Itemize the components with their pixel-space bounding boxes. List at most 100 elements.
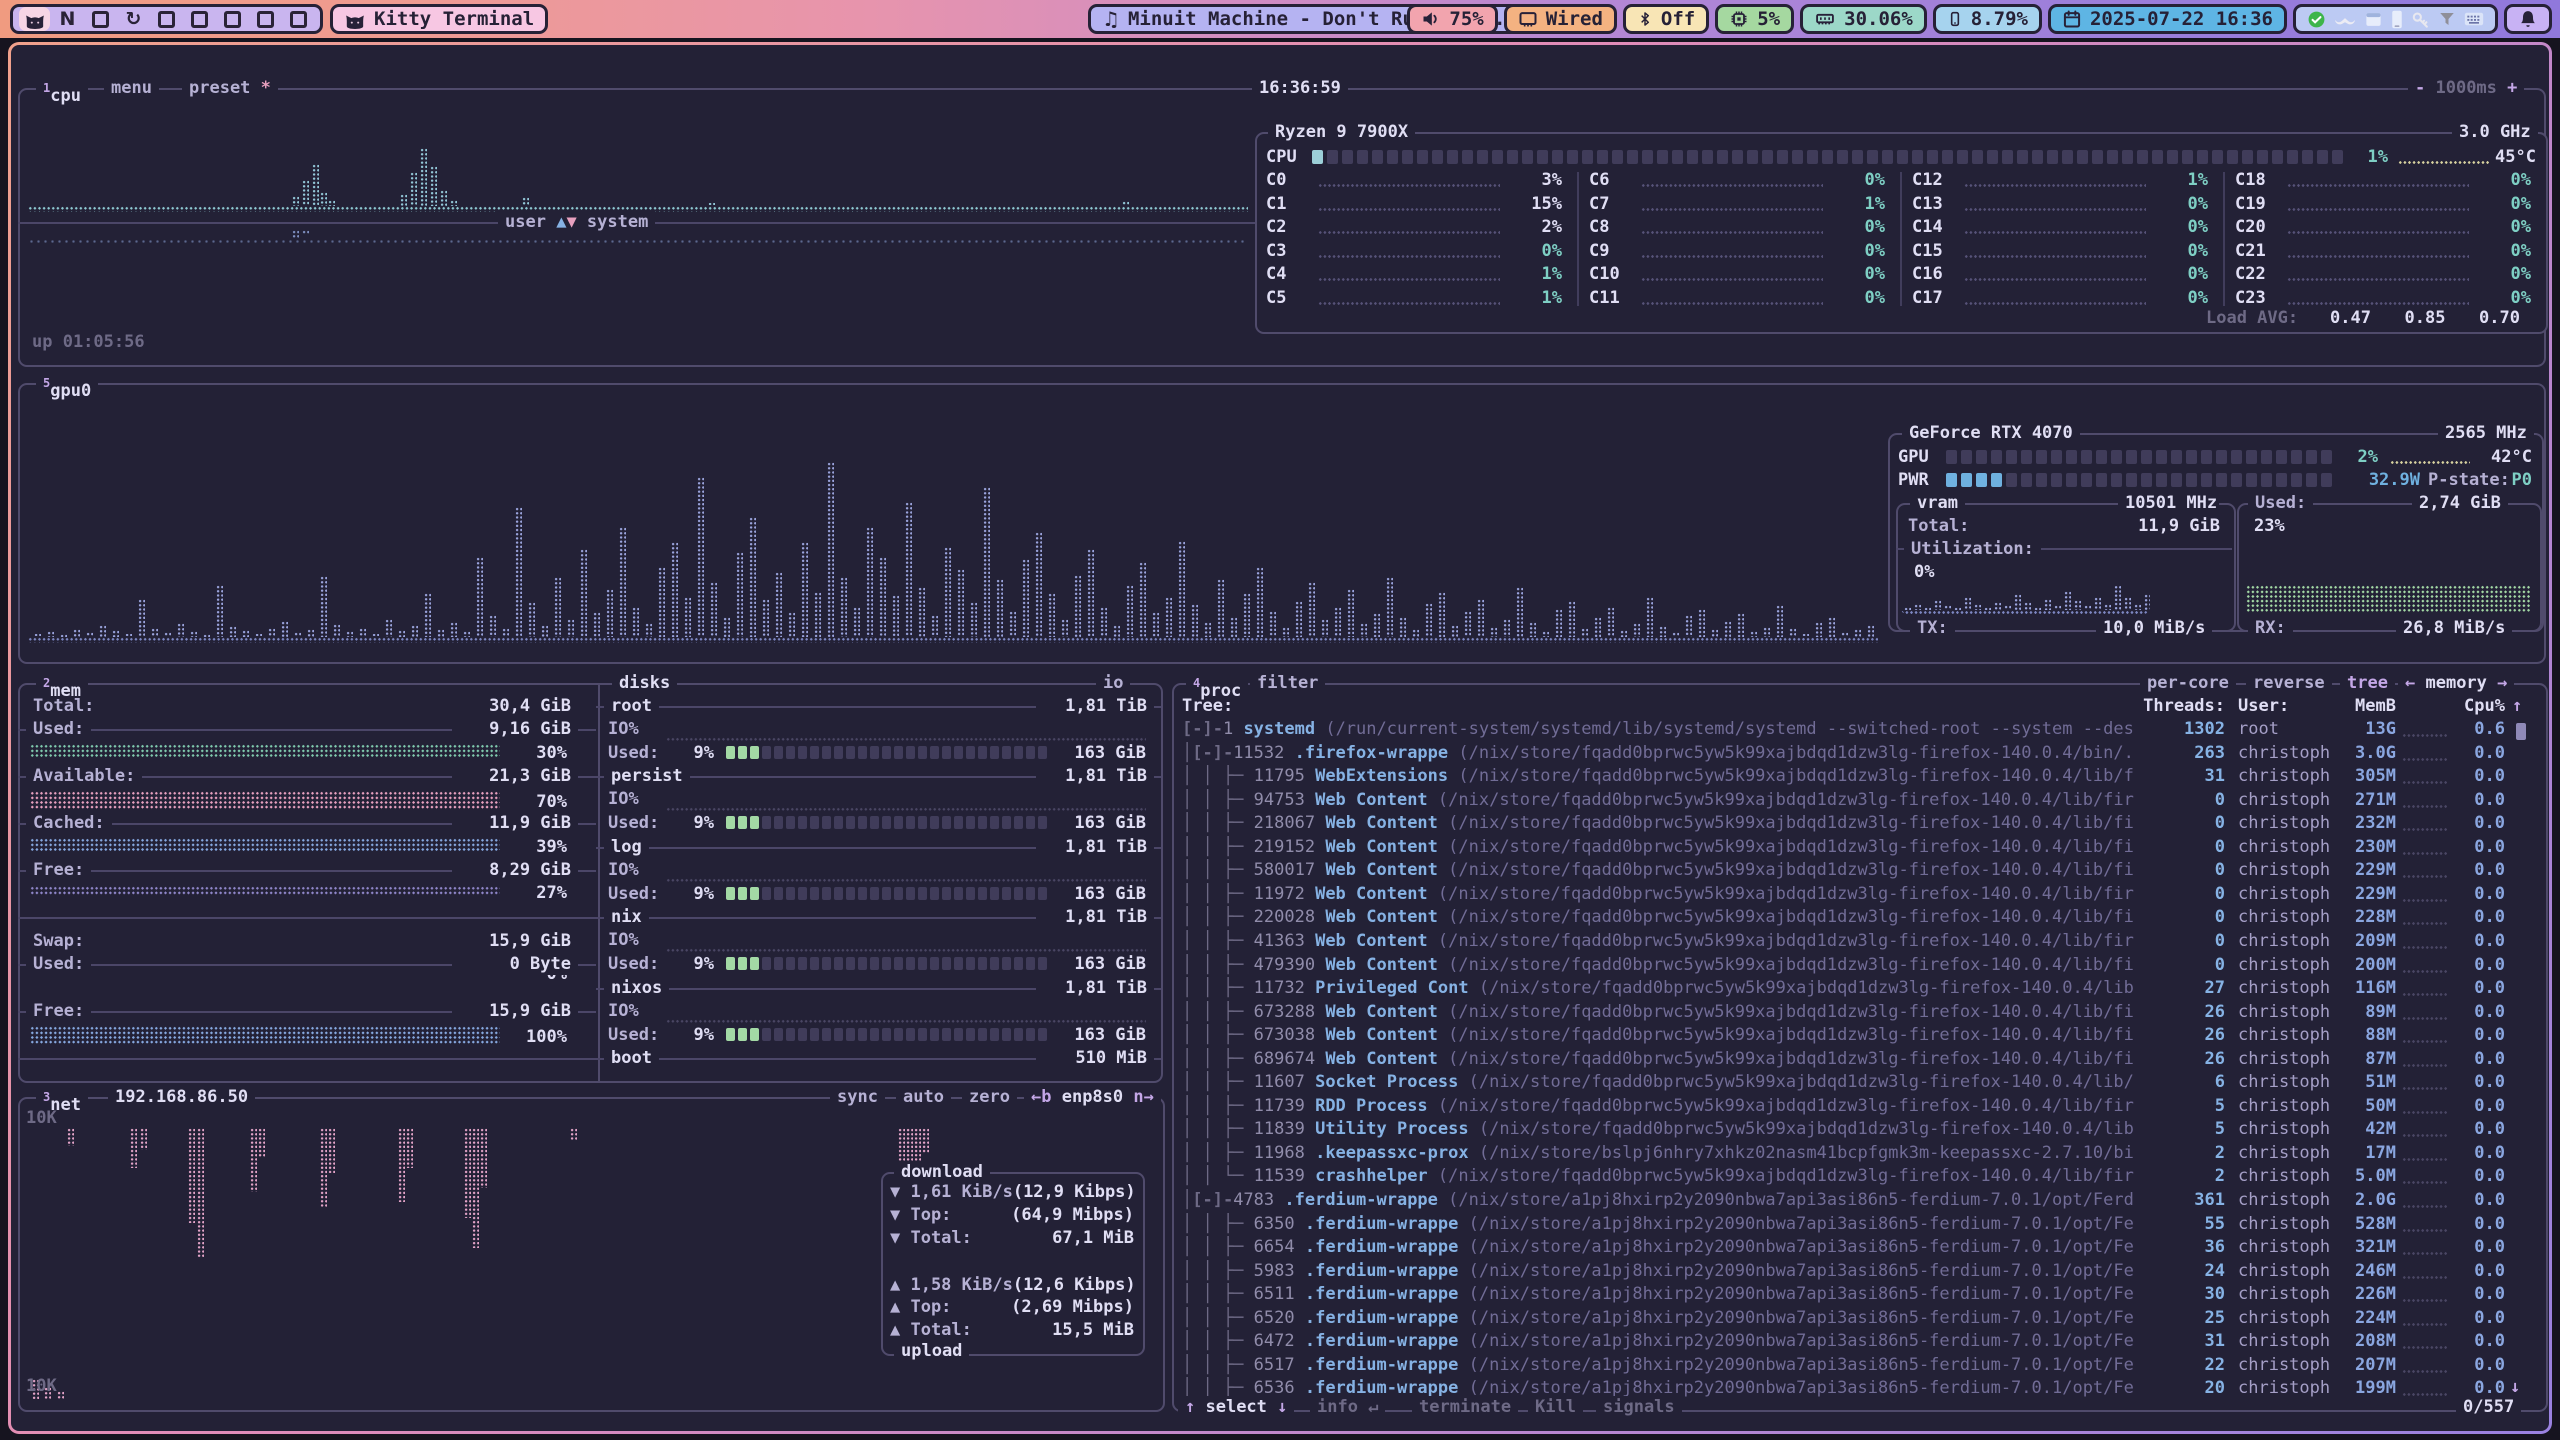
cpu-interval-control[interactable]: - 1000ms + xyxy=(2408,77,2524,99)
funnel-icon[interactable] xyxy=(2438,10,2456,28)
graph-column xyxy=(1152,612,1159,637)
graph-column xyxy=(2074,600,2081,610)
process-user: christoph xyxy=(2238,1329,2330,1353)
workspace-7-square-icon[interactable] xyxy=(217,7,248,31)
process-row[interactable]: │ │ ├─ 11839 Utility Process (/nix/store… xyxy=(1182,1117,2134,1141)
proc-sort-selector[interactable]: ← memory → xyxy=(2398,672,2514,694)
core-graph-C16 xyxy=(1964,277,2146,282)
bar-module-clock[interactable]: 2025-07-22 16:36 xyxy=(2048,4,2287,34)
process-row[interactable]: │ │ ├─ 11968 .keepassxc-prox (/nix/store… xyxy=(1182,1141,2134,1165)
process-row[interactable]: │ │ ├─ 689674 Web Content (/nix/store/fq… xyxy=(1182,1047,2134,1071)
process-row[interactable]: │ │ ├─ 11972 Web Content (/nix/store/fqa… xyxy=(1182,882,2134,906)
key-icon[interactable] xyxy=(2411,10,2430,29)
bar-module-memory[interactable]: 30.06% xyxy=(1800,4,1927,34)
process-mem: 87M xyxy=(2330,1047,2396,1071)
cpu-preset-button[interactable]: preset * xyxy=(182,77,278,99)
workspace-9-square-icon[interactable] xyxy=(283,7,314,31)
process-user: christoph xyxy=(2238,929,2330,953)
process-row[interactable]: │ │ ├─ 219152 Web Content (/nix/store/fq… xyxy=(1182,835,2134,859)
process-user: christoph xyxy=(2238,1235,2330,1259)
bar-module-cpu[interactable]: 5% xyxy=(1715,4,1794,34)
bar-module-bluetooth[interactable]: Off xyxy=(1623,4,1709,34)
bar-module-disk[interactable]: 8.79% xyxy=(1933,4,2042,34)
proc-signals-button[interactable]: signals xyxy=(1596,1396,1682,1418)
workspace-2-n-icon[interactable]: N xyxy=(52,7,83,31)
process-row[interactable]: │ │ ├─ 580017 Web Content (/nix/store/fq… xyxy=(1182,858,2134,882)
process-row[interactable]: │ │ ├─ 218067 Web Content (/nix/store/fq… xyxy=(1182,811,2134,835)
bar-module-volume[interactable]: 75% xyxy=(1407,4,1497,34)
process-row[interactable]: │ │ ├─ 11732 Privileged Cont (/nix/store… xyxy=(1182,976,2134,1000)
process-row[interactable]: │ │ └─ 11539 crashhelper (/nix/store/fqa… xyxy=(1182,1164,2134,1188)
disks-io-label[interactable]: io xyxy=(1096,672,1130,694)
system-tray[interactable] xyxy=(2293,4,2498,34)
net-interface-switcher[interactable]: ←b enp8s0 n→ xyxy=(1024,1086,1161,1108)
core-label-C14: C14 xyxy=(1912,215,1943,239)
workspace-3-square-icon[interactable] xyxy=(85,7,116,31)
phone2-icon[interactable] xyxy=(2391,10,2403,29)
keyboard-icon[interactable] xyxy=(2464,11,2484,27)
process-row[interactable]: │ │ ├─ 6654 .ferdium-wrappe (/nix/store/… xyxy=(1182,1235,2134,1259)
process-row[interactable]: │ │ ├─ 673288 Web Content (/nix/store/fq… xyxy=(1182,1000,2134,1024)
process-mem: 246M xyxy=(2330,1259,2396,1283)
process-row[interactable]: │ │ ├─ 6350 .ferdium-wrappe (/nix/store/… xyxy=(1182,1212,2134,1236)
proc-info-button[interactable]: info ↵ xyxy=(1310,1396,1385,1418)
check-icon[interactable] xyxy=(2307,10,2326,29)
graph-column xyxy=(1477,599,1484,637)
mem-pct: 70% xyxy=(505,790,567,814)
process-user: christoph xyxy=(2238,953,2330,977)
process-row[interactable]: │ │ ├─ 673038 Web Content (/nix/store/fq… xyxy=(1182,1023,2134,1047)
process-row[interactable]: │ │ ├─ 479390 Web Content (/nix/store/fq… xyxy=(1182,953,2134,977)
proc-tree-button[interactable]: tree xyxy=(2340,672,2395,694)
workspace-4-refresh-icon[interactable]: ↻ xyxy=(118,7,149,31)
net-auto-button[interactable]: auto xyxy=(896,1086,951,1108)
net-sync-button[interactable]: sync xyxy=(830,1086,885,1108)
graph-column xyxy=(34,633,41,637)
process-row[interactable]: │ │ ├─ 6520 .ferdium-wrappe (/nix/store/… xyxy=(1182,1306,2134,1330)
bar-module-network[interactable]: Wired xyxy=(1504,4,1617,34)
workspace-8-square-icon[interactable] xyxy=(250,7,281,31)
graph-column xyxy=(1737,613,1744,637)
process-cpu: 0.6 xyxy=(2448,717,2505,741)
graph-column xyxy=(1048,593,1055,637)
process-row[interactable]: │ │ ├─ 6511 .ferdium-wrappe (/nix/store/… xyxy=(1182,1282,2134,1306)
proc-terminate-button[interactable]: terminate xyxy=(1412,1396,1518,1418)
proc-scrollbar-thumb[interactable] xyxy=(2516,723,2526,740)
process-row[interactable]: │ │ ├─ 41363 Web Content (/nix/store/fqa… xyxy=(1182,929,2134,953)
mem-label-Cached: Cached: xyxy=(26,812,112,834)
process-row[interactable]: │ │ ├─ 11795 WebExtensions (/nix/store/f… xyxy=(1182,764,2134,788)
cpu-menu-button[interactable]: menu xyxy=(104,77,159,99)
net-zero-button[interactable]: zero xyxy=(962,1086,1017,1108)
process-row[interactable]: [-]-1 systemd (/run/current-system/syste… xyxy=(1182,717,2134,741)
proc-kill-button[interactable]: Kill xyxy=(1528,1396,1583,1418)
graph-column xyxy=(1659,626,1666,637)
process-row[interactable]: │[-]-4783 .ferdium-wrappe (/nix/store/a1… xyxy=(1182,1188,2134,1212)
workspace-1-cat-icon[interactable] xyxy=(19,7,50,31)
notifications-bell[interactable] xyxy=(2504,4,2552,34)
process-row[interactable]: │ │ ├─ 6472 .ferdium-wrappe (/nix/store/… xyxy=(1182,1329,2134,1353)
proc-header-user[interactable]: User: xyxy=(2238,694,2289,718)
workspace-6-square-icon[interactable] xyxy=(184,7,215,31)
window-icon[interactable] xyxy=(2364,10,2383,29)
process-row[interactable]: │[-]-11532 .firefox-wrappe (/nix/store/f… xyxy=(1182,741,2134,765)
proc-percore-button[interactable]: per-core xyxy=(2140,672,2236,694)
mustache-icon[interactable] xyxy=(2334,12,2356,26)
process-row[interactable]: │ │ ├─ 94753 Web Content (/nix/store/fqa… xyxy=(1182,788,2134,812)
process-row[interactable]: │ │ ├─ 11739 RDD Process (/nix/store/fqa… xyxy=(1182,1094,2134,1118)
proc-select-control[interactable]: ↑ select ↓ xyxy=(1178,1396,1294,1418)
graph-column xyxy=(1321,619,1328,637)
process-mem-graph xyxy=(2402,898,2448,903)
process-row[interactable]: │ │ ├─ 220028 Web Content (/nix/store/fq… xyxy=(1182,905,2134,929)
process-row[interactable]: │ │ ├─ 11607 Socket Process (/nix/store/… xyxy=(1182,1070,2134,1094)
proc-filter-button[interactable]: filter xyxy=(1250,672,1325,694)
workspaces[interactable]: N↻ xyxy=(10,4,323,34)
proc-reverse-button[interactable]: reverse xyxy=(2246,672,2332,694)
graph-column xyxy=(1165,597,1172,637)
process-row[interactable]: │ │ ├─ 5983 .ferdium-wrappe (/nix/store/… xyxy=(1182,1259,2134,1283)
process-row[interactable]: │ │ ├─ 6517 .ferdium-wrappe (/nix/store/… xyxy=(1182,1353,2134,1377)
workspace-5-square-icon[interactable] xyxy=(151,7,182,31)
bar-module-label: 2025-07-22 16:36 xyxy=(2090,8,2273,30)
process-cpu: 0.0 xyxy=(2448,1070,2505,1094)
graph-column xyxy=(320,192,327,206)
graph-column xyxy=(464,1128,471,1218)
graph-column xyxy=(398,1128,405,1202)
